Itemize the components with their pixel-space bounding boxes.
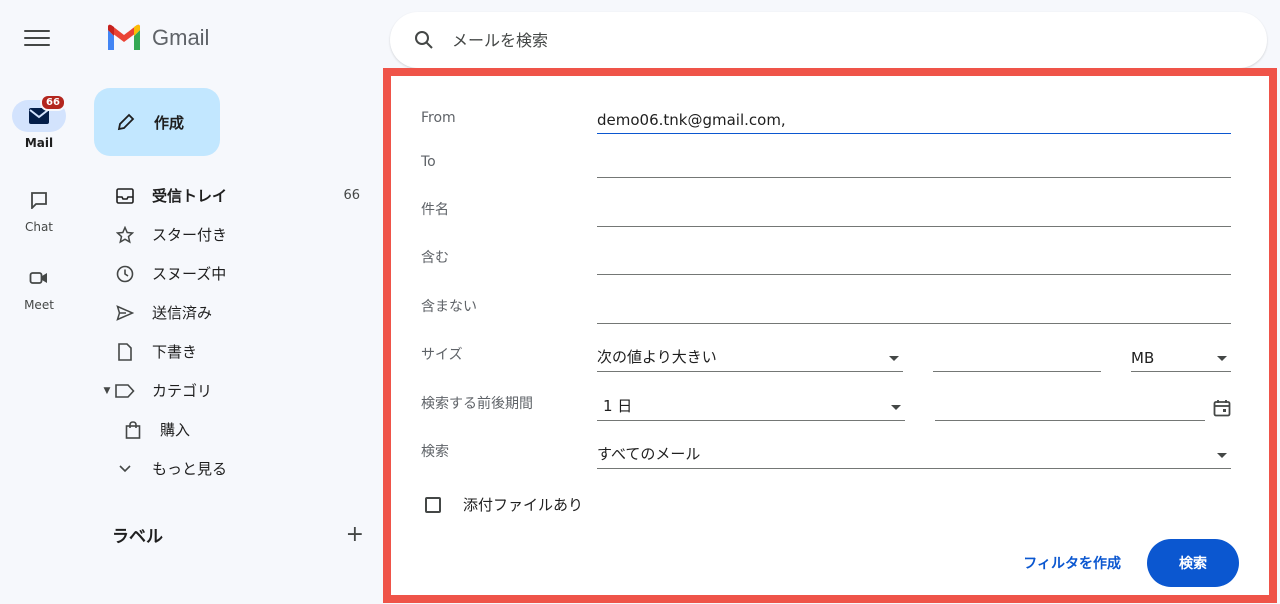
attachment-row: 添付ファイルあり: [425, 494, 583, 515]
labels-section-header: ラベル +: [112, 522, 364, 547]
label-icon: [114, 380, 136, 402]
sidebar-item-more[interactable]: もっと見る: [100, 449, 370, 488]
dropdown-arrow-icon: [889, 356, 899, 361]
to-field[interactable]: [597, 150, 1231, 178]
dropdown-arrow-icon: [1217, 356, 1227, 361]
attachment-checkbox[interactable]: [425, 496, 441, 513]
search-icon[interactable]: [414, 30, 434, 50]
not-words-row: 含まない: [421, 292, 1231, 324]
attachment-label: 添付ファイルあり: [463, 496, 584, 514]
has-words-label: 含む: [421, 250, 449, 266]
sidebar-item-inbox[interactable]: 受信トレイ 66: [100, 176, 370, 215]
inbox-icon: [114, 185, 136, 207]
rail-label-chat: Chat: [24, 220, 54, 234]
sidebar-item-purchases[interactable]: 購入: [100, 410, 370, 449]
size-operator-select[interactable]: 次の値より大きい: [597, 344, 903, 372]
size-unit-select[interactable]: MB: [1131, 344, 1231, 372]
star-icon: [114, 224, 136, 246]
gmail-m-icon: [108, 24, 140, 50]
size-value-field[interactable]: [933, 344, 1101, 372]
sidebar-item-label: カテゴリ: [152, 382, 213, 400]
compose-button[interactable]: 作成: [94, 88, 220, 156]
search-scope-value: すべてのメール: [597, 445, 701, 463]
rail-label-mail: Mail: [24, 136, 54, 150]
search-input[interactable]: [452, 30, 1212, 50]
to-label: To: [421, 154, 436, 170]
inbox-count: 66: [343, 188, 360, 203]
sidebar-nav: 受信トレイ 66 スター付き スヌーズ中 送信済み 下書き ▼ カテゴリ 購入 …: [100, 176, 370, 488]
meet-pill: [12, 262, 66, 294]
from-label: From: [421, 110, 456, 126]
chat-icon: [31, 192, 47, 209]
sidebar-item-label: スター付き: [152, 226, 228, 244]
unread-badge: 66: [40, 94, 66, 111]
size-operator-value: 次の値より大きい: [597, 348, 717, 366]
calendar-icon[interactable]: [1213, 399, 1231, 417]
advanced-search-panel: From demo06.tnk@gmail.com, To 件名 含む 含まない…: [383, 68, 1277, 603]
sidebar-item-sent[interactable]: 送信済み: [100, 293, 370, 332]
compose-label: 作成: [154, 113, 185, 132]
shopping-bag-icon: [122, 419, 144, 441]
date-label: 検索する前後期間: [421, 396, 533, 412]
size-unit-value: MB: [1131, 349, 1155, 367]
size-row: サイズ 次の値より大きい MB: [421, 340, 1231, 372]
app-name: Gmail: [152, 25, 210, 50]
chat-pill: [12, 184, 66, 216]
size-label: サイズ: [421, 347, 463, 363]
search-button[interactable]: 検索: [1147, 539, 1239, 587]
clock-icon: [114, 263, 136, 285]
sidebar-item-label: 購入: [160, 421, 191, 439]
expand-arrow-icon[interactable]: ▼: [100, 386, 114, 396]
mail-pill: 66: [12, 94, 66, 132]
has-words-field[interactable]: [597, 247, 1231, 275]
sidebar-item-categories[interactable]: ▼ カテゴリ: [100, 371, 370, 410]
search-scope-select[interactable]: すべてのメール: [597, 441, 1231, 469]
dropdown-arrow-icon: [891, 405, 901, 410]
subject-label: 件名: [421, 202, 449, 218]
video-icon: [29, 272, 47, 284]
chevron-down-icon: [114, 458, 136, 480]
sidebar-item-label: 受信トレイ: [152, 187, 228, 205]
pencil-icon: [117, 113, 135, 131]
rail-label-meet: Meet: [24, 298, 54, 312]
date-field[interactable]: [935, 393, 1205, 421]
from-field[interactable]: demo06.tnk@gmail.com,: [597, 106, 1231, 134]
subject-row: 件名: [421, 195, 1231, 227]
panel-actions: フィルタを作成 検索: [1023, 539, 1239, 587]
rail-item-mail[interactable]: 66 Mail: [0, 94, 78, 150]
app-rail: 66 Mail Chat Meet: [0, 0, 78, 604]
date-range-value: 1 日: [603, 397, 633, 415]
sidebar-item-label: 送信済み: [152, 304, 213, 322]
sidebar-item-label: スヌーズ中: [152, 265, 227, 283]
create-filter-button[interactable]: フィルタを作成: [1023, 553, 1121, 573]
add-label-icon[interactable]: +: [346, 523, 364, 546]
sidebar-item-drafts[interactable]: 下書き: [100, 332, 370, 371]
dropdown-arrow-icon: [1217, 453, 1227, 458]
subject-field[interactable]: [597, 199, 1231, 227]
sidebar-item-snoozed[interactable]: スヌーズ中: [100, 254, 370, 293]
date-range-select[interactable]: 1 日: [597, 393, 905, 421]
sidebar-item-label: 下書き: [152, 343, 198, 361]
not-words-field[interactable]: [597, 296, 1231, 324]
sidebar-item-label: もっと見る: [152, 460, 228, 478]
send-icon: [114, 302, 136, 324]
menu-icon[interactable]: [24, 30, 50, 50]
gmail-logo[interactable]: Gmail: [106, 24, 209, 52]
search-bar: [390, 12, 1267, 68]
date-row: 検索する前後期間 1 日: [421, 389, 1231, 421]
has-words-row: 含む: [421, 243, 1231, 275]
from-row: From demo06.tnk@gmail.com,: [421, 102, 1231, 134]
rail-item-meet[interactable]: Meet: [0, 262, 78, 312]
not-words-label: 含まない: [421, 299, 477, 315]
rail-item-chat[interactable]: Chat: [0, 184, 78, 234]
to-row: To: [421, 146, 1231, 178]
labels-title: ラベル: [112, 527, 163, 547]
search-scope-row: 検索 すべてのメール: [421, 437, 1231, 469]
draft-icon: [114, 341, 136, 363]
sidebar-item-starred[interactable]: スター付き: [100, 215, 370, 254]
search-scope-label: 検索: [421, 444, 449, 460]
